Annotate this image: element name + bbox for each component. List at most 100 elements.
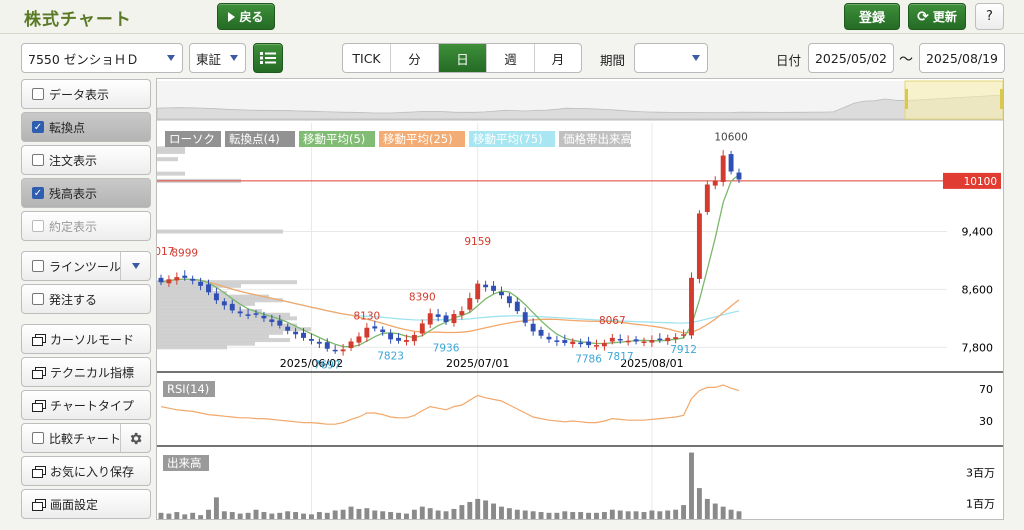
volume-bar <box>538 512 544 519</box>
volume-bar <box>562 511 568 519</box>
volume-bar <box>166 513 172 519</box>
place-order-toggle[interactable]: 発注する <box>21 284 151 314</box>
volume-bar <box>435 510 441 519</box>
window-icon <box>32 465 46 478</box>
rsi-tick-label: 30 <box>979 415 993 428</box>
candle-body <box>657 338 663 341</box>
candle-body <box>720 155 726 182</box>
refresh-button-label: 更新 <box>932 10 957 24</box>
checkbox-icon <box>32 260 44 272</box>
low-annotation: 7817 <box>607 351 634 363</box>
stock-chart[interactable]: 7,8008,6009,4002025/06/02 2025/07/01 2025/… <box>148 79 1004 519</box>
volume-bar <box>174 512 180 519</box>
volume-bar <box>712 503 718 519</box>
volume-bar <box>253 509 259 519</box>
volume-bar <box>649 510 655 519</box>
low-annotation: 7936 <box>433 342 460 354</box>
volume-bar <box>728 509 734 519</box>
candle-body <box>601 342 607 347</box>
screen-settings-button[interactable]: 画面設定 <box>21 489 151 519</box>
data-display-label: データ表示 <box>49 87 110 102</box>
period-label: 期間 <box>600 53 626 68</box>
rsi-tick-label: 70 <box>979 383 993 396</box>
tab-week[interactable]: 週 <box>487 44 535 72</box>
volume-bar <box>451 508 457 519</box>
volume-bar <box>316 512 322 519</box>
list-view-button[interactable] <box>253 43 283 73</box>
technical-indicator-button[interactable]: テクニカル指標 <box>21 357 151 387</box>
candle-body <box>625 340 631 343</box>
save-favorite-label: お気に入り保存 <box>50 464 135 479</box>
y-tick-label: 8,600 <box>962 283 994 296</box>
chevron-down-icon <box>692 55 700 61</box>
period-select[interactable] <box>634 43 708 73</box>
checkbox-icon <box>32 88 44 100</box>
candle-body <box>253 313 259 315</box>
volume-bar <box>332 510 338 519</box>
data-display-toggle[interactable]: データ表示 <box>21 79 151 109</box>
candle-body <box>483 284 489 288</box>
order-display-label: 注文表示 <box>49 153 98 168</box>
symbol-select[interactable]: 7550 ゼンショＨＤ <box>21 43 183 73</box>
interval-tabs: TICK 分 日 週 月 <box>342 43 582 73</box>
volume-bar <box>301 513 306 519</box>
window-icon <box>32 366 46 379</box>
chevron-down-icon <box>167 55 175 61</box>
candle-body <box>269 319 275 322</box>
candle-body <box>308 338 314 341</box>
volume-bar <box>665 510 671 519</box>
balance-display-toggle[interactable]: ✓ 残高表示 <box>21 178 151 208</box>
order-display-toggle[interactable]: 注文表示 <box>21 145 151 175</box>
volume-by-price-bar <box>157 298 283 303</box>
candle-body <box>396 337 401 341</box>
volume-by-price-bar <box>157 280 297 285</box>
chart-type-button[interactable]: チャートタイプ <box>21 390 151 420</box>
register-button[interactable]: 登録 <box>844 3 900 30</box>
volume-bar <box>419 506 425 519</box>
volume-bar <box>475 498 481 519</box>
compare-chart-toggle[interactable]: 比較チャート <box>21 423 151 453</box>
chart-panel[interactable]: 7,800 8,600 9,400 2025/06/02 2025/07/01 2025/… <box>148 78 1004 520</box>
volume-by-price-bar <box>157 287 213 292</box>
volume-bar <box>522 510 528 519</box>
volume-bar <box>696 488 702 519</box>
back-button[interactable]: 戻る <box>217 3 275 30</box>
compare-settings-button[interactable] <box>120 424 150 452</box>
volume-bar <box>586 512 592 519</box>
volume-bar <box>198 515 204 519</box>
line-tool-dropdown[interactable] <box>120 252 150 280</box>
candle-body <box>681 334 687 336</box>
low-annotation: 7823 <box>377 351 404 363</box>
tab-tick[interactable]: TICK <box>343 44 391 72</box>
chevron-down-icon <box>131 263 140 269</box>
tab-minute[interactable]: 分 <box>391 44 439 72</box>
turning-point-toggle[interactable]: ✓ 転換点 <box>21 112 151 142</box>
candle-body <box>427 313 433 325</box>
symbol-select-value: 7550 ゼンショＨＤ <box>28 51 139 67</box>
save-favorite-button[interactable]: お気に入り保存 <box>21 456 151 486</box>
current-price-label: 10100 <box>964 176 997 188</box>
line-tool-toggle[interactable]: ラインツール <box>21 251 151 281</box>
candle-body <box>348 341 354 349</box>
page-title: 株式チャート <box>24 10 132 30</box>
candle-body <box>316 341 322 344</box>
market-select[interactable]: 東証 <box>189 43 246 73</box>
volume-bar <box>340 509 346 519</box>
volume-bar <box>443 511 449 519</box>
help-button[interactable]: ? <box>975 3 1004 30</box>
legend-label: 移動平均(5) <box>303 132 365 146</box>
tab-day[interactable]: 日 <box>439 44 487 72</box>
date-to-input[interactable]: 2025/08/19 <box>919 43 1005 73</box>
legend-label: 転換点(4) <box>229 132 280 146</box>
cursor-mode-button[interactable]: カーソルモード <box>21 324 151 354</box>
candle-body <box>245 314 251 316</box>
execution-display-toggle[interactable]: 約定表示 <box>21 211 151 241</box>
candle-body <box>221 301 227 306</box>
tab-month[interactable]: 月 <box>535 44 581 72</box>
volume-bar <box>237 513 243 519</box>
volume-bar <box>625 511 631 519</box>
app-window: 株式チャート 戻る 登録 ⟳ 更新 ? 7550 ゼンショＨＤ 東証 TICK <box>0 0 1024 530</box>
candle-body <box>229 303 235 311</box>
refresh-button[interactable]: ⟳ 更新 <box>908 3 966 30</box>
date-from-input[interactable]: 2025/05/02 <box>808 43 894 73</box>
